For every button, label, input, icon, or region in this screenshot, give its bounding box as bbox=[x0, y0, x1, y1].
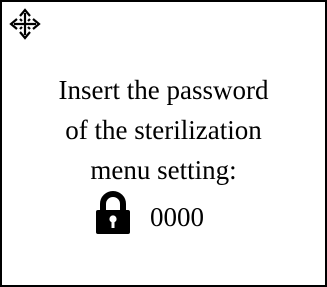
four-way-arrow-cross-icon bbox=[8, 7, 42, 41]
password-entry-row: 0000 bbox=[2, 190, 325, 242]
lcd-screen: Insert the password of the sterilization… bbox=[0, 0, 327, 287]
lock-icon bbox=[94, 190, 132, 236]
password-prompt-message: Insert the password of the sterilization… bbox=[2, 70, 325, 190]
message-line-3: menu setting: bbox=[90, 155, 237, 185]
message-line-2: of the sterilization bbox=[65, 115, 262, 145]
password-input-value[interactable]: 0000 bbox=[150, 200, 204, 234]
message-line-1: Insert the password bbox=[58, 75, 269, 105]
